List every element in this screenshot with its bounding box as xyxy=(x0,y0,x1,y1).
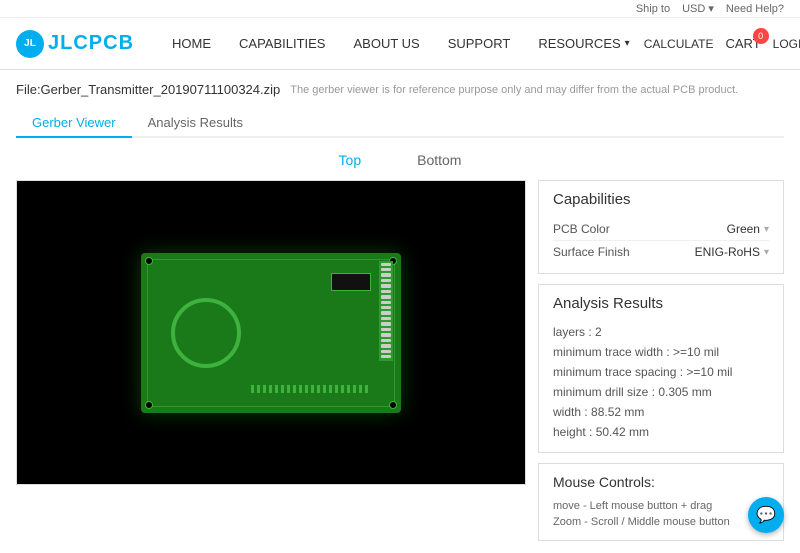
logo-text: JLCPCB xyxy=(48,32,134,55)
pcb-pin xyxy=(381,284,391,287)
analysis-item-5: height : 50.42 mm xyxy=(553,422,769,442)
capabilities-title: Capabilities xyxy=(553,191,769,208)
pcb-pin xyxy=(381,355,391,358)
pcb-pin xyxy=(381,317,391,320)
logo[interactable]: JL JLCPCB xyxy=(16,30,134,58)
surface-finish-row: Surface Finish ENIG-RoHS ▾ xyxy=(553,241,769,263)
pcb-circle xyxy=(171,298,241,368)
analysis-item-1: minimum trace width : >=10 mil xyxy=(553,342,769,362)
pcb-color-value[interactable]: Green ▾ xyxy=(727,222,769,236)
pcb-pin xyxy=(381,279,391,282)
analysis-item-2: minimum trace spacing : >=10 mil xyxy=(553,362,769,382)
chat-icon: 💬 xyxy=(756,505,776,525)
secondary-tabs: Top Bottom xyxy=(16,148,784,172)
pcb-pin xyxy=(381,311,391,314)
nav-links: HOME CAPABILITIES ABOUT US SUPPORT RESOU… xyxy=(158,18,644,70)
analysis-section: Analysis Results layers : 2 minimum trac… xyxy=(538,284,784,453)
cart-badge: 0 xyxy=(753,28,769,44)
mouse-controls-section: Mouse Controls: move - Left mouse button… xyxy=(538,463,784,541)
mouse-zoom-item: Zoom - Scroll / Middle mouse button xyxy=(553,514,769,530)
file-name: File:Gerber_Transmitter_20190711100324.z… xyxy=(16,82,280,97)
content-area: Capabilities PCB Color Green ▾ Surface F… xyxy=(16,180,784,541)
surface-finish-dropdown-icon: ▾ xyxy=(764,247,769,258)
pcb-chip xyxy=(331,273,371,291)
analysis-item-0: layers : 2 xyxy=(553,322,769,342)
mounting-hole-br xyxy=(389,401,397,409)
tab-bottom[interactable]: Bottom xyxy=(409,148,469,172)
pcb-pin xyxy=(381,268,391,271)
need-help-link[interactable]: Need Help? xyxy=(726,3,784,15)
primary-tabs: Gerber Viewer Analysis Results xyxy=(16,109,784,138)
pcb-color-row: PCB Color Green ▾ xyxy=(553,218,769,241)
pcb-color-dropdown-icon: ▾ xyxy=(764,224,769,235)
pcb-pin xyxy=(381,263,391,266)
pcb-traces xyxy=(251,385,371,393)
nav-right: CALCULATE CART 0 LOGIN | REGISTER xyxy=(644,36,800,51)
surface-finish-value[interactable]: ENIG-RoHS ▾ xyxy=(695,245,769,259)
pcb-pin xyxy=(381,339,391,342)
tab-top[interactable]: Top xyxy=(331,148,370,172)
main-content: File:Gerber_Transmitter_20190711100324.z… xyxy=(0,70,800,553)
pcb-pin xyxy=(381,290,391,293)
navbar: JL JLCPCB HOME CAPABILITIES ABOUT US SUP… xyxy=(0,18,800,70)
pcb-pin xyxy=(381,350,391,353)
nav-capabilities[interactable]: CAPABILITIES xyxy=(225,18,339,70)
login-register-area: LOGIN | REGISTER xyxy=(773,37,800,51)
mounting-hole-bl xyxy=(145,401,153,409)
nav-about-us[interactable]: ABOUT US xyxy=(339,18,433,70)
pcb-color-label: PCB Color xyxy=(553,222,610,236)
float-chat-button[interactable]: 💬 xyxy=(748,497,784,533)
mouse-controls-title: Mouse Controls: xyxy=(553,474,769,490)
pcb-connector xyxy=(379,261,393,361)
surface-finish-label: Surface Finish xyxy=(553,245,630,259)
pcb-pin xyxy=(381,328,391,331)
tab-analysis-results[interactable]: Analysis Results xyxy=(132,109,259,138)
pcb-pin xyxy=(381,333,391,336)
right-panel: Capabilities PCB Color Green ▾ Surface F… xyxy=(538,180,784,541)
logo-icon: JL xyxy=(16,30,44,58)
nav-home[interactable]: HOME xyxy=(158,18,225,70)
cart-button[interactable]: CART 0 xyxy=(726,36,761,51)
file-info: File:Gerber_Transmitter_20190711100324.z… xyxy=(16,82,784,97)
pcb-pin xyxy=(381,295,391,298)
nav-support[interactable]: SUPPORT xyxy=(434,18,525,70)
mounting-hole-tl xyxy=(145,257,153,265)
pcb-pin xyxy=(381,322,391,325)
login-button[interactable]: LOGIN xyxy=(773,37,800,51)
analysis-item-4: width : 88.52 mm xyxy=(553,402,769,422)
pcb-pin xyxy=(381,273,391,276)
file-notice: The gerber viewer is for reference purpo… xyxy=(290,84,738,96)
analysis-title: Analysis Results xyxy=(553,295,769,312)
pcb-pin xyxy=(381,344,391,347)
ship-to-label: Ship to xyxy=(636,3,670,15)
tab-gerber-viewer[interactable]: Gerber Viewer xyxy=(16,109,132,138)
analysis-item-3: minimum drill size : 0.305 mm xyxy=(553,382,769,402)
mouse-move-item: move - Left mouse button + drag xyxy=(553,498,769,514)
resources-arrow-icon: ▾ xyxy=(625,38,630,49)
calculate-button[interactable]: CALCULATE xyxy=(644,37,714,51)
pcb-pin xyxy=(381,306,391,309)
currency-selector[interactable]: USD ▾ xyxy=(682,2,714,15)
pcb-pin xyxy=(381,301,391,304)
utility-bar: Ship to USD ▾ Need Help? xyxy=(0,0,800,18)
capabilities-section: Capabilities PCB Color Green ▾ Surface F… xyxy=(538,180,784,274)
nav-resources[interactable]: RESOURCES ▾ xyxy=(524,18,643,70)
pcb-board xyxy=(141,253,401,413)
pcb-viewer[interactable] xyxy=(16,180,526,485)
